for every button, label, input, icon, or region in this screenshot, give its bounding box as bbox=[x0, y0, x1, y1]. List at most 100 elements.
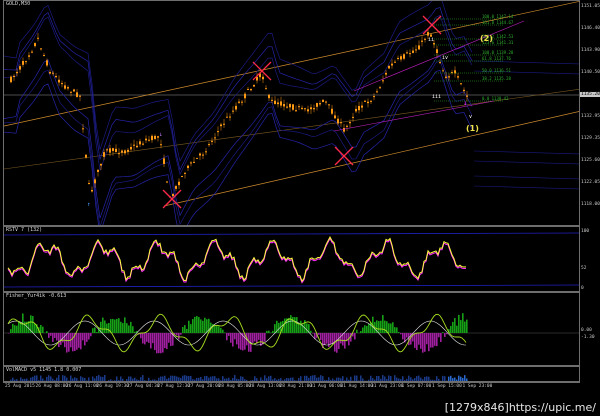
arrow-up-icon: ↑ bbox=[87, 201, 91, 208]
price-tick: 1118.00 bbox=[581, 202, 600, 207]
fisher-histogram-bar bbox=[234, 333, 236, 340]
candle-body bbox=[322, 99, 324, 102]
candle-body bbox=[31, 51, 33, 53]
fisher-histogram-bar bbox=[426, 333, 428, 345]
fisher-histogram-bar bbox=[340, 333, 342, 344]
candle-body bbox=[442, 70, 444, 72]
candle-body bbox=[280, 101, 282, 106]
candle-body bbox=[466, 95, 468, 97]
fisher-histogram-bar bbox=[150, 333, 152, 349]
price-axis: 1151.051146.401143.901140.501136.901132.… bbox=[580, 0, 600, 226]
fisher-histogram-bar bbox=[200, 319, 202, 333]
fisher-pane[interactable]: Fisher_Yur4ik -0.613 bbox=[3, 292, 580, 366]
time-tick: 1 Sep 15:00 bbox=[432, 384, 462, 389]
candle-body bbox=[217, 131, 219, 133]
candle-body bbox=[220, 124, 222, 127]
candle-body bbox=[439, 62, 441, 64]
chart-window: 100.0 1147.14 161.8 1144.67 138.2 1142.53 1… bbox=[0, 0, 600, 416]
fisher-histogram-bar bbox=[120, 321, 122, 333]
volume-bar bbox=[48, 375, 50, 381]
candle-body bbox=[427, 32, 429, 36]
time-tick: 31 Aug 14:00 bbox=[340, 384, 374, 389]
fisher-histogram-bar bbox=[60, 333, 62, 345]
candle-body bbox=[283, 104, 285, 107]
fisher-histogram-bar bbox=[458, 314, 460, 333]
fisher-histogram-bar bbox=[366, 325, 368, 333]
fisher-histogram-bar bbox=[186, 328, 188, 333]
rsi-pane[interactable]: RSTV 7 (132) bbox=[3, 226, 580, 292]
fib-level-label: 100.0 1139.28 bbox=[482, 50, 514, 55]
volume-bar bbox=[264, 375, 266, 381]
candle-body bbox=[178, 181, 180, 186]
fisher-histogram-bar bbox=[450, 325, 452, 333]
current-price-tag: 1135.20 bbox=[580, 92, 600, 97]
fisher-histogram-bar bbox=[158, 333, 160, 354]
channel-lower-line bbox=[163, 111, 579, 207]
candle-body bbox=[382, 80, 384, 82]
volume-bar bbox=[382, 375, 384, 381]
candle-body bbox=[94, 179, 96, 184]
price-tick: 1146.40 bbox=[581, 26, 600, 31]
fisher-histogram-bar bbox=[260, 333, 262, 346]
price-tick: 1129.35 bbox=[581, 136, 600, 141]
fisher-histogram-bar bbox=[92, 328, 94, 333]
candle-body bbox=[349, 122, 351, 124]
candle-body bbox=[463, 89, 465, 92]
candle-body bbox=[364, 100, 366, 102]
fisher-histogram-bar bbox=[180, 333, 182, 335]
fisher-histogram-bar bbox=[406, 333, 408, 338]
fisher-histogram-bar bbox=[360, 331, 362, 333]
fisher-histogram-bar bbox=[96, 332, 98, 333]
fisher-histogram-bar bbox=[16, 325, 18, 333]
arrow-down-icon: ↓ bbox=[159, 131, 163, 138]
fisher-histogram-bar bbox=[270, 332, 272, 333]
fisher-histogram-bar bbox=[78, 333, 80, 348]
fisher-histogram-bar bbox=[364, 325, 366, 333]
rsi-signal-line bbox=[7, 237, 467, 284]
candle-body bbox=[19, 66, 21, 70]
candle-body bbox=[64, 85, 66, 89]
candle-body bbox=[448, 76, 450, 78]
fisher-histogram-bar bbox=[264, 333, 266, 342]
fisher-histogram-bar bbox=[462, 313, 464, 333]
time-tick: 27 Aug 12:30 bbox=[157, 384, 191, 389]
fisher-histogram-bar bbox=[90, 333, 92, 337]
fisher-axis: 0.00 -1.30 bbox=[580, 292, 600, 366]
rsi-tick: 52 bbox=[581, 266, 587, 271]
candle-body bbox=[154, 135, 156, 140]
volume-pane[interactable]: VolMACD v5 1145 1.8 0.007 bbox=[3, 366, 580, 382]
candle-body bbox=[22, 60, 24, 65]
candle-body bbox=[136, 145, 138, 148]
time-tick: 1 Sep 23:00 bbox=[462, 384, 493, 389]
price-tick: 1122.05 bbox=[581, 180, 600, 185]
candle-body bbox=[187, 165, 189, 169]
fisher-histogram-bar bbox=[430, 333, 432, 348]
fisher-histogram-bar bbox=[10, 329, 12, 333]
fisher-histogram-bar bbox=[466, 319, 468, 333]
fisher-histogram-bar bbox=[144, 333, 146, 345]
band-line bbox=[473, 160, 579, 165]
candle-body bbox=[307, 109, 309, 112]
price-tick: 1151.05 bbox=[581, 4, 600, 9]
fisher-histogram-bar bbox=[384, 320, 386, 333]
fisher-histogram-bar bbox=[296, 317, 298, 333]
time-axis: 25 Aug 2015 26 Aug 08:00 26 Aug 11:00 26 Au… bbox=[3, 382, 580, 392]
candle-body bbox=[28, 55, 30, 57]
time-tick: 27 Aug 20:00 bbox=[188, 384, 221, 389]
fisher-histogram-bar bbox=[184, 325, 186, 333]
price-tick: 1143.90 bbox=[581, 48, 600, 53]
candle-body bbox=[301, 107, 303, 109]
candle-body bbox=[373, 96, 375, 98]
band-line bbox=[4, 60, 473, 225]
rsi-lower-band bbox=[4, 284, 579, 288]
time-tick: 28 Aug 21:00 bbox=[279, 384, 313, 389]
band-line bbox=[473, 175, 579, 180]
wave-label: iii bbox=[432, 94, 441, 100]
price-pane[interactable]: 100.0 1147.14 161.8 1144.67 138.2 1142.53 1… bbox=[3, 0, 580, 226]
price-chart: 100.0 1147.14161.8 1144.67138.2 1142.531… bbox=[4, 1, 579, 225]
fib-level-label: 50.0 1136.51 bbox=[482, 68, 511, 73]
candle-body bbox=[196, 157, 198, 159]
candle-body bbox=[295, 110, 297, 112]
candle-body bbox=[112, 148, 114, 151]
candle-body bbox=[190, 162, 192, 164]
